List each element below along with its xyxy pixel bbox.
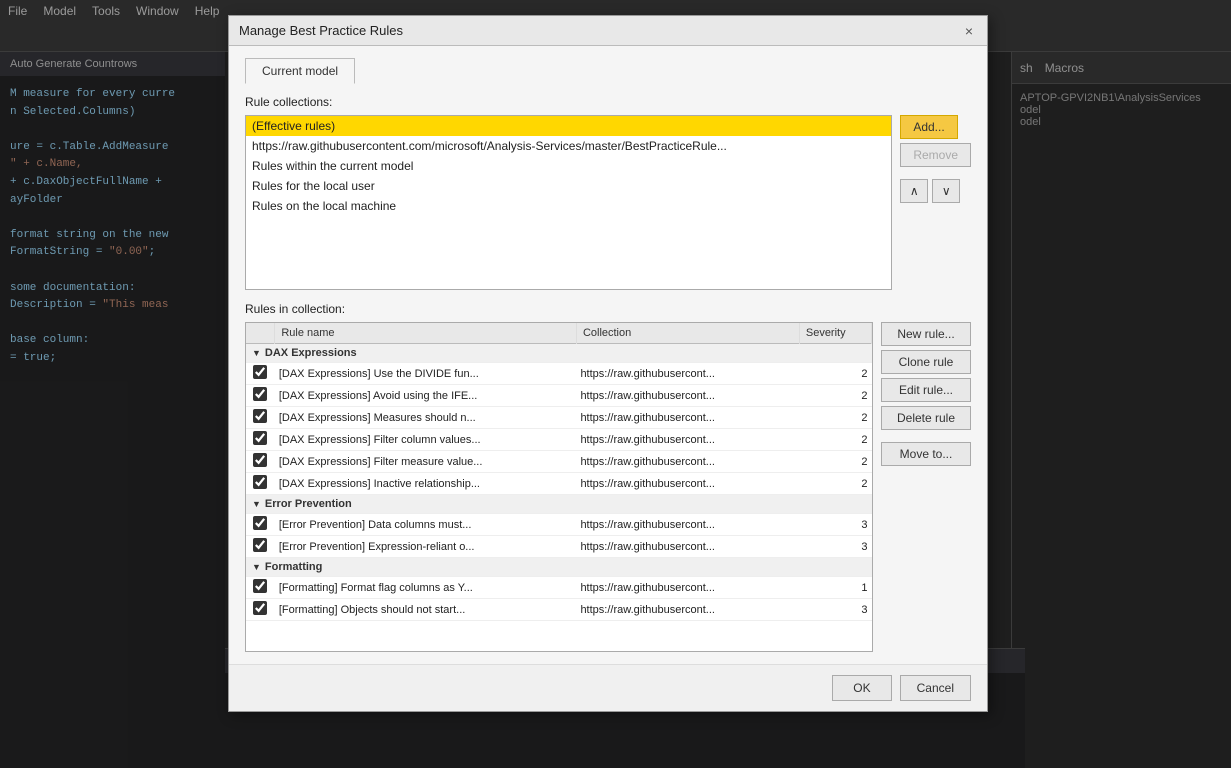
rule-collections-label: Rule collections:: [245, 95, 971, 109]
tab-current-model[interactable]: Current model: [245, 58, 355, 84]
rule-collection-cell: https://raw.githubusercont...: [576, 407, 799, 429]
add-collection-button[interactable]: Add...: [900, 115, 957, 139]
rule-severity-cell: 2: [799, 451, 871, 473]
rule-checkbox[interactable]: [253, 409, 267, 423]
table-row[interactable]: [Formatting] Objects should not start...…: [246, 599, 872, 621]
rule-severity-cell: 2: [799, 407, 871, 429]
rule-checkbox[interactable]: [253, 453, 267, 467]
table-row[interactable]: [DAX Expressions] Inactive relationship.…: [246, 473, 872, 495]
collections-buttons: Add... Remove ∧ ∨: [900, 115, 971, 290]
remove-collection-button[interactable]: Remove: [900, 143, 971, 167]
rule-checkbox[interactable]: [253, 538, 267, 552]
rule-collection-cell: https://raw.githubusercont...: [576, 536, 799, 558]
collection-item-local_user[interactable]: Rules for the local user: [246, 176, 891, 196]
rule-severity-cell: 2: [799, 363, 871, 385]
rules-table: Rule name Collection Severity ▼DAX Expre…: [246, 323, 872, 621]
dialog-footer: OK Cancel: [229, 664, 987, 711]
rule-name-cell: [Formatting] Format flag columns as Y...: [275, 577, 577, 599]
rule-name-cell: [Error Prevention] Data columns must...: [275, 514, 577, 536]
rule-name-cell: [DAX Expressions] Avoid using the IFE...: [275, 385, 577, 407]
dialog-body: Current model Rule collections: (Effecti…: [229, 46, 987, 664]
rule-checkbox[interactable]: [253, 365, 267, 379]
dialog-title: Manage Best Practice Rules: [239, 23, 403, 38]
rule-name-cell: [DAX Expressions] Inactive relationship.…: [275, 473, 577, 495]
collections-list[interactable]: (Effective rules)https://raw.githubuserc…: [245, 115, 892, 290]
rules-table-container[interactable]: Rule name Collection Severity ▼DAX Expre…: [245, 322, 873, 652]
th-rule-name: Rule name: [275, 323, 577, 344]
rule-severity-cell: 2: [799, 473, 871, 495]
collection-item-current_model[interactable]: Rules within the current model: [246, 156, 891, 176]
table-group-row[interactable]: ▼Formatting: [246, 558, 872, 577]
rule-severity-cell: 3: [799, 599, 871, 621]
rule-severity-cell: 2: [799, 429, 871, 451]
rule-name-cell: [DAX Expressions] Measures should n...: [275, 407, 577, 429]
table-group-row[interactable]: ▼Error Prevention: [246, 495, 872, 514]
rule-collection-cell: https://raw.githubusercont...: [576, 363, 799, 385]
collection-item-effective[interactable]: (Effective rules): [246, 116, 891, 136]
edit-rule-button[interactable]: Edit rule...: [881, 378, 971, 402]
new-rule-button[interactable]: New rule...: [881, 322, 971, 346]
rule-checkbox[interactable]: [253, 516, 267, 530]
table-group-row[interactable]: ▼DAX Expressions: [246, 344, 872, 363]
collection-item-raw_github[interactable]: https://raw.githubusercontent.com/micros…: [246, 136, 891, 156]
table-header-row: Rule name Collection Severity: [246, 323, 872, 344]
clone-rule-button[interactable]: Clone rule: [881, 350, 971, 374]
table-row[interactable]: [DAX Expressions] Filter measure value..…: [246, 451, 872, 473]
dialog-tabs: Current model: [245, 58, 971, 83]
table-row[interactable]: [Error Prevention] Data columns must...h…: [246, 514, 872, 536]
rule-severity-cell: 3: [799, 536, 871, 558]
move-up-button[interactable]: ∧: [900, 179, 928, 203]
rule-name-cell: [DAX Expressions] Filter column values..…: [275, 429, 577, 451]
rule-severity-cell: 3: [799, 514, 871, 536]
table-row[interactable]: [DAX Expressions] Avoid using the IFE...…: [246, 385, 872, 407]
rule-checkbox[interactable]: [253, 475, 267, 489]
rule-collection-cell: https://raw.githubusercont...: [576, 514, 799, 536]
table-row[interactable]: [DAX Expressions] Use the DIVIDE fun...h…: [246, 363, 872, 385]
move-down-button[interactable]: ∨: [932, 179, 960, 203]
rule-collection-cell: https://raw.githubusercont...: [576, 577, 799, 599]
rule-collection-cell: https://raw.githubusercont...: [576, 599, 799, 621]
collection-item-local_machine[interactable]: Rules on the local machine: [246, 196, 891, 216]
table-row[interactable]: [Formatting] Format flag columns as Y...…: [246, 577, 872, 599]
rules-buttons: New rule... Clone rule Edit rule... Dele…: [881, 322, 971, 652]
rule-severity-cell: 2: [799, 385, 871, 407]
ok-button[interactable]: OK: [832, 675, 891, 701]
collections-area: (Effective rules)https://raw.githubuserc…: [245, 115, 971, 290]
rule-checkbox[interactable]: [253, 431, 267, 445]
rule-name-cell: [Formatting] Objects should not start...: [275, 599, 577, 621]
rules-tbody: ▼DAX Expressions[DAX Expressions] Use th…: [246, 344, 872, 621]
rule-name-cell: [Error Prevention] Expression-reliant o.…: [275, 536, 577, 558]
cancel-button[interactable]: Cancel: [900, 675, 971, 701]
move-to-button[interactable]: Move to...: [881, 442, 971, 466]
rule-collection-cell: https://raw.githubusercont...: [576, 429, 799, 451]
dialog-titlebar: Manage Best Practice Rules ×: [229, 16, 987, 46]
rule-name-cell: [DAX Expressions] Use the DIVIDE fun...: [275, 363, 577, 385]
rule-severity-cell: 1: [799, 577, 871, 599]
manage-rules-dialog: Manage Best Practice Rules × Current mod…: [228, 15, 988, 712]
rule-checkbox[interactable]: [253, 579, 267, 593]
rule-checkbox[interactable]: [253, 601, 267, 615]
rules-area: Rule name Collection Severity ▼DAX Expre…: [245, 322, 971, 652]
delete-rule-button[interactable]: Delete rule: [881, 406, 971, 430]
rule-collection-cell: https://raw.githubusercont...: [576, 451, 799, 473]
table-row[interactable]: [Error Prevention] Expression-reliant o.…: [246, 536, 872, 558]
th-collection: Collection: [576, 323, 799, 344]
rule-collection-cell: https://raw.githubusercont...: [576, 473, 799, 495]
rule-name-cell: [DAX Expressions] Filter measure value..…: [275, 451, 577, 473]
arrow-buttons: ∧ ∨: [900, 179, 960, 203]
dialog-close-button[interactable]: ×: [961, 23, 977, 39]
th-check: [246, 323, 275, 344]
th-severity: Severity: [799, 323, 871, 344]
table-row[interactable]: [DAX Expressions] Filter column values..…: [246, 429, 872, 451]
rules-in-collection-label: Rules in collection:: [245, 302, 971, 316]
rule-collection-cell: https://raw.githubusercont...: [576, 385, 799, 407]
table-row[interactable]: [DAX Expressions] Measures should n...ht…: [246, 407, 872, 429]
rule-checkbox[interactable]: [253, 387, 267, 401]
